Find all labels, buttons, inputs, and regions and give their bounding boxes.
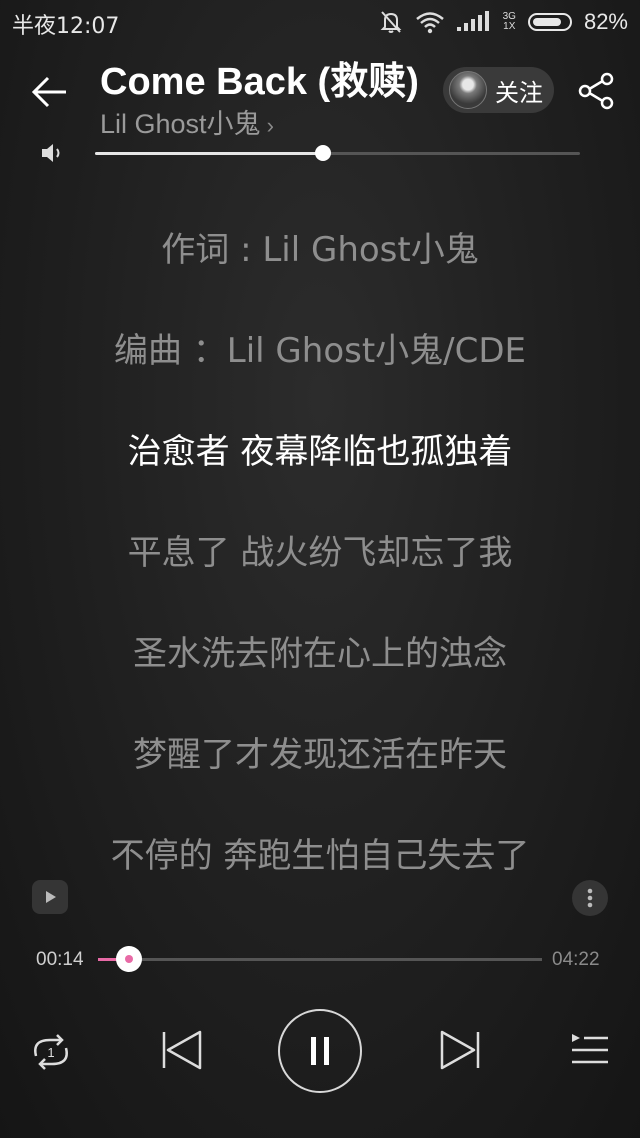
svg-text:1: 1 <box>47 1045 54 1060</box>
playlist-icon[interactable] <box>568 1030 612 1070</box>
battery-percent: 82% <box>583 9 628 34</box>
skip-previous-icon[interactable] <box>158 1026 206 1074</box>
artist-name: Lil Ghost小鬼 <box>100 109 261 139</box>
lyric-line-active: 治愈者 夜幕降临也孤独着 <box>127 432 513 472</box>
total-time: 04:22 <box>552 949 600 970</box>
status-time: 半夜12:07 <box>12 14 120 39</box>
speaker-icon[interactable] <box>40 141 66 165</box>
lyric-line: 梦醒了才发现还活在昨天 <box>133 735 507 775</box>
pause-button[interactable] <box>278 1009 362 1093</box>
follow-button[interactable]: 关注 <box>443 67 554 113</box>
lyrics-view[interactable]: 作词 : Lil Ghost小鬼编曲 ：Lil Ghost小鬼/CDE 治愈者 夜… <box>0 200 640 907</box>
pause-icon <box>311 1037 329 1065</box>
lyric-line: 平息了 战火纷飞却忘了我 <box>127 533 513 573</box>
battery-fill <box>532 18 561 26</box>
share-icon[interactable] <box>576 70 618 112</box>
status-icons: 3G 1X 82% <box>379 6 628 38</box>
more-vertical-icon <box>587 888 593 908</box>
play-icon <box>46 891 56 903</box>
progress-track[interactable] <box>98 958 542 961</box>
battery-icon <box>527 13 572 31</box>
artist-link[interactable]: Lil Ghost小鬼 › <box>100 102 274 141</box>
lyric-play-button[interactable] <box>32 880 68 914</box>
current-time: 00:14 <box>36 949 84 970</box>
bell-muted-icon <box>380 11 402 33</box>
more-options-button[interactable] <box>572 880 608 916</box>
signal-icon <box>456 11 489 31</box>
progress-thumb-dot <box>125 955 134 963</box>
arrow-left-icon[interactable] <box>28 70 72 114</box>
repeat-one-icon[interactable]: 1 <box>28 1030 74 1074</box>
volume-slider-fill <box>95 152 323 155</box>
lyric-line: 圣水洗去附在心上的浊念 <box>133 634 507 674</box>
chevron-right-icon: › <box>266 113 274 138</box>
progress-thumb[interactable] <box>116 946 143 972</box>
network-type: 3G 1X <box>502 11 516 32</box>
volume-slider-thumb[interactable] <box>314 145 331 161</box>
lyric-line: 编曲 ：Lil Ghost小鬼/CDE <box>113 331 527 371</box>
lyric-line: 作词 : Lil Ghost小鬼 <box>161 230 479 270</box>
artist-avatar <box>449 71 487 109</box>
wifi-icon <box>415 12 444 34</box>
follow-label: 关注 <box>495 78 543 107</box>
status-bar: 半夜12:07 3G 1X 82% <box>0 0 640 44</box>
skip-next-icon[interactable] <box>436 1026 484 1074</box>
song-title: Come Back (救赎) <box>100 61 419 103</box>
lyric-line: 不停的 奔跑生怕自己失去了 <box>110 836 530 876</box>
